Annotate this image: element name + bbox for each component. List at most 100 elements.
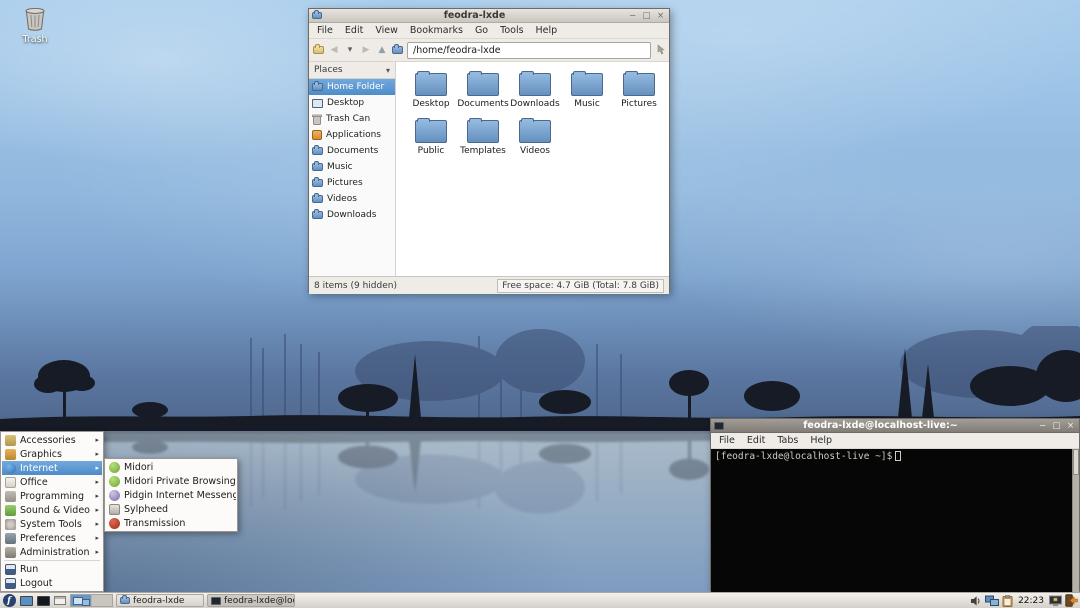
- fm-menu-edit[interactable]: Edit: [339, 24, 369, 37]
- back-icon[interactable]: ◀: [328, 45, 340, 55]
- terminal-close-button[interactable]: ×: [1065, 420, 1076, 432]
- screensaver-lock-icon[interactable]: [1049, 595, 1062, 607]
- terminal-menu-file[interactable]: File: [713, 434, 741, 447]
- submenu-item-sylpheed[interactable]: Sylpheed: [106, 502, 236, 516]
- menu-item-accessories[interactable]: Accessories ▸: [2, 433, 102, 447]
- home-icon[interactable]: [392, 44, 403, 54]
- folder-item-pictures[interactable]: Pictures: [613, 69, 665, 116]
- scrollbar-thumb[interactable]: [1073, 449, 1079, 475]
- internet-submenu: Midori Midori Private Browsing Pidgin In…: [104, 458, 238, 532]
- sidebar-item-documents[interactable]: Documents: [309, 143, 395, 159]
- sidebar-item-applications[interactable]: Applications: [309, 127, 395, 143]
- history-dropdown-icon[interactable]: ▾: [344, 45, 356, 55]
- show-desktop-button[interactable]: [53, 594, 67, 607]
- sidebar-item-downloads[interactable]: Downloads: [309, 207, 395, 223]
- folder-item-public[interactable]: Public: [405, 116, 457, 163]
- workspace-2[interactable]: [92, 595, 112, 606]
- workspace-1[interactable]: [71, 595, 91, 606]
- transmission-icon: [109, 517, 120, 529]
- menu-item-preferences[interactable]: Preferences ▸: [2, 531, 102, 545]
- menu-item-office[interactable]: Office ▸: [2, 475, 102, 489]
- menu-item-label: Sound & Video: [20, 504, 90, 516]
- sidebar-item-videos[interactable]: Videos: [309, 191, 395, 207]
- new-tab-icon[interactable]: [313, 44, 324, 54]
- submenu-item-label: Pidgin Internet Messenger: [124, 489, 236, 501]
- menu-item-system-tools[interactable]: System Tools ▸: [2, 517, 102, 531]
- graphics-icon: [5, 448, 16, 460]
- sidebar-mode-select[interactable]: Places ▾: [309, 62, 395, 79]
- file-manager-icon: [19, 595, 33, 606]
- submenu-arrow-icon: ▸: [95, 534, 99, 542]
- task-button-label: feodra-lxde: [133, 595, 185, 606]
- menu-item-internet[interactable]: Internet ▸: [2, 461, 102, 475]
- trash-desktop-icon[interactable]: Trash: [12, 6, 58, 45]
- sidebar-item-home-folder[interactable]: Home Folder: [309, 79, 395, 95]
- terminal-scrollbar[interactable]: [1072, 449, 1079, 593]
- applications-icon: [312, 130, 322, 140]
- fm-maximize-button[interactable]: □: [641, 10, 652, 22]
- fm-titlebar[interactable]: feodra-lxde − □ ×: [309, 9, 669, 23]
- terminal-launcher[interactable]: [36, 594, 50, 607]
- clipboard-icon[interactable]: [1002, 594, 1013, 607]
- fm-menu-go[interactable]: Go: [469, 24, 494, 37]
- submenu-item-pidgin[interactable]: Pidgin Internet Messenger: [106, 488, 236, 502]
- sidebar-item-music[interactable]: Music: [309, 159, 395, 175]
- location-jump-icon[interactable]: [655, 44, 665, 56]
- logout-icon[interactable]: [1065, 594, 1078, 607]
- terminal-titlebar[interactable]: feodra-lxde@localhost-live:~ − □ ×: [711, 419, 1079, 433]
- folder-icon: [312, 193, 323, 203]
- menu-item-run[interactable]: Run: [2, 562, 102, 576]
- network-icon[interactable]: [985, 595, 1000, 607]
- volume-icon[interactable]: [970, 595, 982, 607]
- fm-menu-help[interactable]: Help: [530, 24, 564, 37]
- terminal-menu-tabs[interactable]: Tabs: [771, 434, 804, 447]
- menu-item-graphics[interactable]: Graphics ▸: [2, 447, 102, 461]
- menu-item-label: Administration: [20, 546, 90, 558]
- folder-item-downloads[interactable]: Downloads: [509, 69, 561, 116]
- terminal-menu-edit[interactable]: Edit: [741, 434, 771, 447]
- fm-menu-tools[interactable]: Tools: [494, 24, 529, 37]
- file-manager-launcher[interactable]: [19, 594, 33, 607]
- fm-menu-bookmarks[interactable]: Bookmarks: [404, 24, 469, 37]
- menu-item-administration[interactable]: Administration ▸: [2, 545, 102, 559]
- forward-icon[interactable]: ▶: [360, 45, 372, 55]
- terminal-menu-help[interactable]: Help: [804, 434, 838, 447]
- menu-item-logout[interactable]: Logout: [2, 576, 102, 590]
- up-icon[interactable]: ▲: [376, 45, 388, 55]
- workspace-pager[interactable]: [70, 594, 113, 607]
- sidebar-item-label: Applications: [326, 130, 381, 140]
- terminal-cursor: [895, 451, 902, 461]
- start-menu-button[interactable]: f: [2, 594, 16, 607]
- folder-item-music[interactable]: Music: [561, 69, 613, 116]
- sidebar-item-desktop[interactable]: Desktop: [309, 95, 395, 111]
- fm-menu-file[interactable]: File: [311, 24, 339, 37]
- folder-item-documents[interactable]: Documents: [457, 69, 509, 116]
- folder-item-desktop[interactable]: Desktop: [405, 69, 457, 116]
- terminal-screen[interactable]: [feodra-lxde@localhost-live ~]$: [711, 449, 1079, 593]
- clock[interactable]: 22:23: [1016, 596, 1046, 606]
- terminal-maximize-button[interactable]: □: [1051, 420, 1062, 432]
- submenu-arrow-icon: ▸: [95, 506, 99, 514]
- submenu-item-midori[interactable]: Midori: [106, 460, 236, 474]
- sidebar-item-trash-can[interactable]: Trash Can: [309, 111, 395, 127]
- submenu-item-midori-private[interactable]: Midori Private Browsing: [106, 474, 236, 488]
- folder-icon: [312, 209, 323, 219]
- terminal-minimize-button[interactable]: −: [1037, 420, 1048, 432]
- fm-minimize-button[interactable]: −: [627, 10, 638, 22]
- fm-close-button[interactable]: ×: [655, 10, 666, 22]
- menu-item-programming[interactable]: Programming ▸: [2, 489, 102, 503]
- address-bar[interactable]: [407, 41, 651, 59]
- submenu-item-transmission[interactable]: Transmission: [106, 516, 236, 530]
- task-button-file-manager[interactable]: feodra-lxde: [116, 594, 204, 607]
- task-button-terminal[interactable]: feodra-lxde@loc...: [207, 594, 295, 607]
- menu-item-sound-video[interactable]: Sound & Video ▸: [2, 503, 102, 517]
- folder-label: Music: [574, 99, 600, 109]
- submenu-arrow-icon: ▸: [95, 464, 99, 472]
- folder-label: Templates: [460, 146, 506, 156]
- trash-can-icon: [312, 114, 322, 125]
- menu-item-label: Programming: [20, 490, 85, 502]
- folder-item-templates[interactable]: Templates: [457, 116, 509, 163]
- sidebar-item-pictures[interactable]: Pictures: [309, 175, 395, 191]
- folder-item-videos[interactable]: Videos: [509, 116, 561, 163]
- fm-menu-view[interactable]: View: [369, 24, 404, 37]
